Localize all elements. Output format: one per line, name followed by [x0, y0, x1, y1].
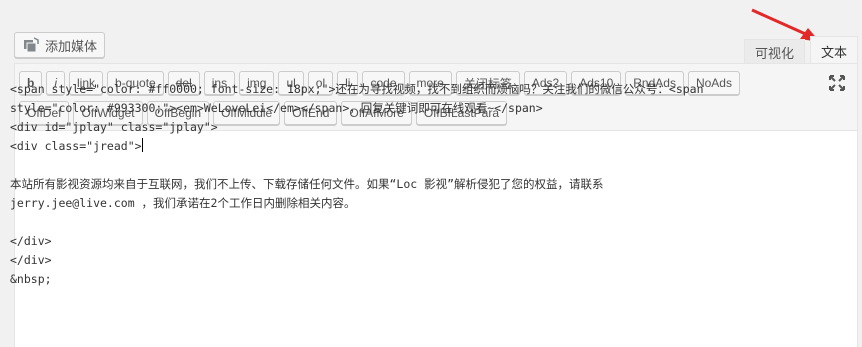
- content-line: [10, 213, 848, 232]
- media-icon: [23, 37, 39, 53]
- content-line: </div>: [10, 234, 52, 248]
- tab-visual[interactable]: 可视化: [743, 39, 805, 66]
- content-line: style="color: #993300;"><em>WeLoveLei</e…: [10, 101, 543, 115]
- content-line: 本站所有影视资源均来自于互联网，我们不上传、下载存储任何文件。如果“Loc 影视…: [10, 177, 604, 191]
- add-media-label: 添加媒体: [45, 38, 98, 54]
- content-line: <div id="jplay" class="jplay">: [10, 120, 218, 134]
- tab-text[interactable]: 文本: [809, 36, 858, 66]
- content-line: &nbsp;: [10, 272, 52, 286]
- content-line: [10, 156, 848, 175]
- text-cursor: [141, 138, 143, 152]
- content-line: <div class="jread">: [10, 138, 143, 153]
- content-line: </div>: [10, 253, 52, 267]
- add-media-button[interactable]: 添加媒体: [14, 32, 105, 58]
- content-line: <span style="color: #ff0000; font-size: …: [10, 82, 704, 96]
- editor-content[interactable]: <span style="color: #ff0000; font-size: …: [10, 80, 848, 289]
- editor-tabs: 可视化 文本: [739, 36, 858, 66]
- content-line: jerry.jee@live.com ，我们承诺在2个工作日内删除相关内容。: [10, 196, 356, 210]
